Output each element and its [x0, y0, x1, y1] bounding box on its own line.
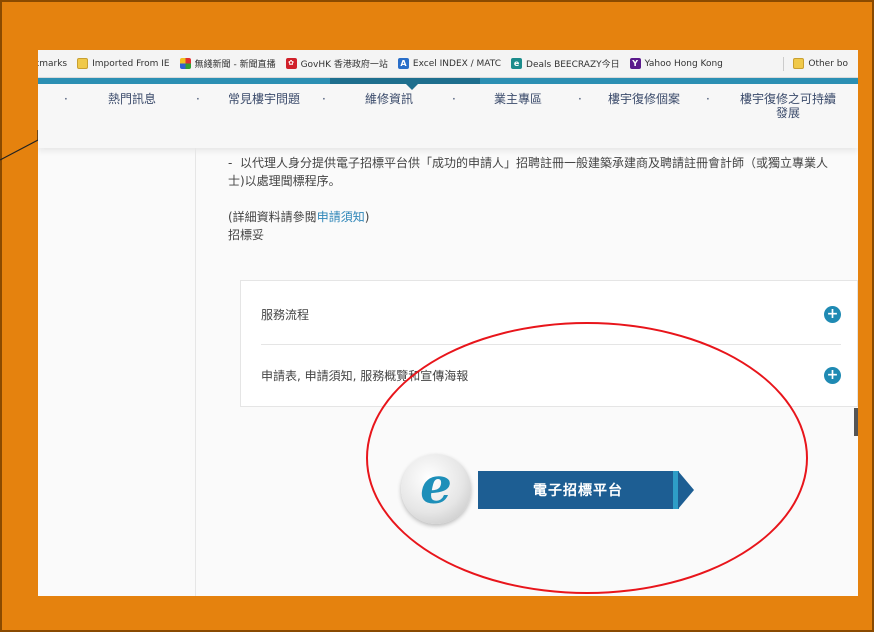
nav-separator: · [578, 92, 582, 106]
bookmark-label: kmarks [38, 58, 68, 69]
accordion-label: 服務流程 [261, 308, 310, 322]
bookmarks-bar: kmarks Imported From IE 無綫新聞 - 新聞直播 ✿ Go… [38, 50, 858, 78]
nav-separator: · [322, 92, 326, 106]
accordion-label: 申請表, 申請須知, 服務概覽和宣傳海報 [261, 368, 469, 383]
plus-icon[interactable]: + [824, 306, 841, 323]
e-logo-glyph: e [420, 456, 452, 515]
bookmark-item[interactable]: e Deals BEECRAZY今日 [511, 57, 620, 70]
folder-icon [77, 58, 89, 69]
accordion-forms-and-notes[interactable]: 申請表, 申請須知, 服務概覽和宣傳海報 + [261, 345, 841, 405]
bookmark-label: GovHK 香港政府一站 [300, 60, 388, 70]
nav-item-maintenance-info[interactable]: 維修資訊 [365, 92, 413, 106]
bookmark-label: Imported From IE [92, 58, 170, 69]
e-tender-label-bar: 電子招標平台 [478, 471, 678, 509]
nav-active-notch [406, 84, 418, 90]
bookmark-label: Excel INDEX / MATC [412, 58, 502, 69]
browser-screenshot: kmarks Imported From IE 無綫新聞 - 新聞直播 ✿ Go… [38, 50, 858, 596]
e-tender-platform-button[interactable]: e 電子招標平台 [401, 454, 701, 524]
site-nav: · 熱門訊息 · 常見樓宇問題 · 維修資訊 · 業主專區 · 樓宇復修個案 ·… [38, 78, 858, 148]
beecrazy-icon: e [511, 58, 523, 69]
e-tender-label: 電子招標平台 [533, 483, 623, 499]
nav-item-rehab-cases[interactable]: 樓宇復修個案 [608, 92, 680, 106]
bookmark-item[interactable]: Imported From IE [77, 58, 170, 69]
plus-icon[interactable]: + [824, 366, 841, 384]
bookmark-item[interactable]: A Excel INDEX / MATC [397, 58, 502, 69]
bookmark-item[interactable]: ✿ GovHK 香港政府一站 [285, 57, 388, 70]
bookmark-label: Yahoo Hong Kong [644, 58, 723, 69]
nav-item-label: 發展 [775, 106, 800, 120]
info-accordion: 服務流程 + 申請表, 申請須知, 服務概覽和宣傳海報 + [240, 280, 858, 407]
reference-prefix: (詳細資料請參閱 [228, 210, 317, 224]
govhk-icon: ✿ [285, 58, 297, 69]
bookmark-label: Other bo [808, 58, 848, 69]
nav-separator: · [64, 92, 68, 106]
tvb-icon [179, 58, 191, 69]
yahoo-icon: Y [629, 58, 641, 69]
nav-item-owners-corner[interactable]: 業主專區 [494, 92, 542, 106]
bookmark-item[interactable]: kmarks [38, 59, 67, 69]
service-description: - 以代理人身分提供電子招標平台供「成功的申請人」招聘註冊一般建築承建商及聘請註… [228, 154, 858, 190]
accordion-service-flow[interactable]: 服務流程 + [261, 285, 841, 345]
nav-separator: · [706, 92, 710, 106]
nav-separator: · [452, 92, 456, 106]
nav-active-indicator [330, 78, 480, 84]
nav-item-faq[interactable]: 常見樓宇問題 [228, 92, 300, 106]
content-divider [195, 148, 196, 596]
arrow-right-icon [678, 471, 694, 509]
e-logo-icon: e [401, 454, 471, 524]
nav-item-hot-news[interactable]: 熱門訊息 [108, 92, 156, 106]
bookmark-item[interactable]: 無綫新聞 - 新聞直播 [179, 57, 276, 70]
description-line: - 以代理人身分提供電子招標平台供「成功的申請人」招聘註冊一般建築承建商及聘請註… [228, 156, 828, 170]
nav-item-sustainable-rehab[interactable]: 樓宇復修之可持續 發展 [726, 92, 850, 120]
nav-separator: · [196, 92, 200, 106]
reference-suffix: ) [364, 210, 370, 224]
application-notes-link[interactable]: 申請須知 [317, 210, 365, 224]
description-line: 士)以處理聞標程序。 [228, 174, 341, 188]
side-feedback-tab[interactable] [854, 408, 858, 436]
tender-brand-text: 招標妥 [228, 228, 265, 242]
bookmark-item[interactable]: Y Yahoo Hong Kong [629, 58, 723, 69]
bookmark-label: Deals BEECRAZY今日 [526, 60, 620, 70]
bookmark-item[interactable]: Other bo [793, 58, 848, 69]
excel-icon: A [397, 58, 409, 69]
folder-icon [793, 58, 805, 69]
reference-note: (詳細資料請參閱申請須知) [228, 208, 369, 225]
nav-item-label: 樓宇復修之可持續 [739, 92, 836, 106]
bookmark-label: 無綫新聞 - 新聞直播 [194, 60, 276, 70]
